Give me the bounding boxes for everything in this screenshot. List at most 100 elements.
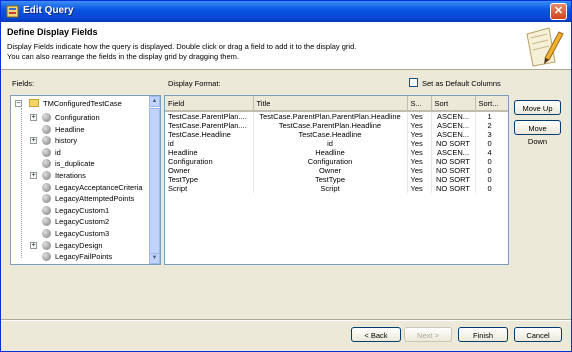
sort-order-cell[interactable]: 0 [475,139,508,148]
tree-scrollbar[interactable]: ▲ ▼ [149,96,160,264]
tree-item-label: Iterations [55,171,86,180]
title-cell[interactable]: Script [253,184,408,193]
column-header-sort-order[interactable]: Sort... [475,96,508,112]
tree-item-label: is_duplicate [55,159,95,169]
field-icon [42,147,51,157]
title-cell[interactable]: Headline [253,148,408,157]
show-cell[interactable]: Yes [407,166,432,175]
field-cell[interactable]: TestCase.Headline [165,130,254,139]
sort-order-cell[interactable]: 2 [475,121,508,130]
table-row[interactable]: Script Script Yes NO SORT 0 [165,184,508,193]
fields-tree[interactable]: − TMConfiguredTestCase + Configuration Hea… [10,95,161,265]
sort-cell[interactable]: NO SORT [431,157,476,166]
title-cell[interactable]: Owner [253,166,408,175]
sort-order-cell[interactable]: 0 [475,184,508,193]
expand-icon[interactable]: + [30,241,37,249]
field-icon [42,124,51,134]
title-cell[interactable]: TestType [253,175,408,184]
move-up-button[interactable]: Move Up [514,100,561,115]
field-cell[interactable]: TestType [165,175,254,184]
finish-button[interactable]: Finish [458,327,508,342]
wizard-pencil-icon [526,27,564,67]
tree-connector [21,108,22,258]
sort-cell[interactable]: NO SORT [431,166,476,175]
tree-item-label: id [55,147,61,157]
tree-item-label: Headline [55,124,85,134]
sort-cell[interactable]: ASCEN... [431,121,476,130]
sort-cell[interactable]: NO SORT [431,139,476,148]
sort-cell[interactable]: ASCEN... [431,148,476,157]
tree-item-label: LegacyDesign [55,240,103,250]
show-cell[interactable]: Yes [407,130,432,139]
cancel-button[interactable]: Cancel [514,327,562,342]
tree-item-label: LegacyCustom3 [55,229,110,238]
title-cell[interactable]: Configuration [253,157,408,166]
expand-icon[interactable]: + [30,172,37,179]
field-cell[interactable]: Owner [165,166,254,175]
page-description-line2: You can also rearrange the fields in the… [7,52,239,61]
column-header-sort[interactable]: Sort [431,96,476,112]
table-row[interactable]: Headline Headline Yes ASCEN... 4 [165,148,508,157]
sort-cell[interactable]: ASCEN... [431,111,476,121]
close-icon[interactable]: ✕ [550,3,567,20]
column-header-show[interactable]: S... [407,96,432,112]
field-cell[interactable]: TestCase.ParentPlan.... [165,111,254,121]
field-cell[interactable]: Script [165,184,254,193]
show-cell[interactable]: Yes [407,139,432,148]
scroll-up-icon[interactable]: ▲ [149,96,160,107]
column-header-field[interactable]: Field [165,96,254,112]
fields-label: Fields: [12,79,35,88]
move-down-button[interactable]: Move Down [514,120,561,146]
sort-cell[interactable]: ASCEN... [431,130,476,139]
show-cell[interactable]: Yes [407,111,432,121]
title-cell[interactable]: TestCase.ParentPlan.Headline [253,121,408,130]
field-cell[interactable]: Headline [165,148,254,157]
table-row[interactable]: TestType TestType Yes NO SORT 0 [165,175,508,184]
field-cell[interactable]: id [165,139,254,148]
back-button[interactable]: < Back [351,327,401,342]
title-cell[interactable]: TestCase.Headline [253,130,408,139]
sort-order-cell[interactable]: 4 [475,148,508,157]
tree-item-label: history [55,136,78,146]
sort-order-cell[interactable]: 0 [475,175,508,184]
field-icon [42,182,51,192]
collapse-icon[interactable]: − [15,100,22,107]
show-cell[interactable]: Yes [407,121,432,130]
display-format-grid[interactable]: Field Title S... Sort Sort... TestCase.P… [164,95,509,265]
table-row[interactable]: TestCase.ParentPlan.... TestCase.ParentPl… [165,121,508,130]
sort-order-cell[interactable]: 0 [475,157,508,166]
show-cell[interactable]: Yes [407,175,432,184]
edit-query-dialog: Edit Query ✕ Define Display Fields Displ… [0,0,572,352]
table-row[interactable]: TestCase.Headline TestCase.Headline Yes ASC… [165,130,508,139]
sort-order-cell[interactable]: 3 [475,130,508,139]
scroll-thumb[interactable] [149,108,160,258]
field-icon [42,159,51,169]
sort-order-cell[interactable]: 1 [475,111,508,121]
default-columns-checkbox[interactable] [409,78,418,87]
default-columns-label[interactable]: Set as Default Columns [422,79,501,88]
field-icon [42,217,51,227]
page-title: Define Display Fields [7,27,98,37]
sort-order-cell[interactable]: 0 [475,166,508,175]
title-cell[interactable]: TestCase.ParentPlan.ParentPlan.Headline [253,111,408,121]
expand-icon[interactable]: + [30,114,37,121]
column-header-title[interactable]: Title [253,96,408,112]
title-bar[interactable]: Edit Query ✕ [1,1,571,22]
field-icon [42,229,51,238]
tree-item-label: LegacyCustom2 [55,217,110,227]
table-row[interactable]: Owner Owner Yes NO SORT 0 [165,166,508,175]
field-cell[interactable]: TestCase.ParentPlan.... [165,121,254,130]
show-cell[interactable]: Yes [407,184,432,193]
table-row[interactable]: TestCase.ParentPlan.... TestCase.ParentPl… [165,111,508,121]
scroll-down-icon[interactable]: ▼ [149,253,160,264]
table-row[interactable]: Configuration Configuration Yes NO SORT 0 [165,157,508,166]
sort-cell[interactable]: NO SORT [431,184,476,193]
window-title: Edit Query [23,5,74,16]
field-cell[interactable]: Configuration [165,157,254,166]
show-cell[interactable]: Yes [407,148,432,157]
sort-cell[interactable]: NO SORT [431,175,476,184]
title-cell[interactable]: id [253,139,408,148]
expand-icon[interactable]: + [30,137,37,145]
table-row[interactable]: id id Yes NO SORT 0 [165,139,508,148]
show-cell[interactable]: Yes [407,157,432,166]
